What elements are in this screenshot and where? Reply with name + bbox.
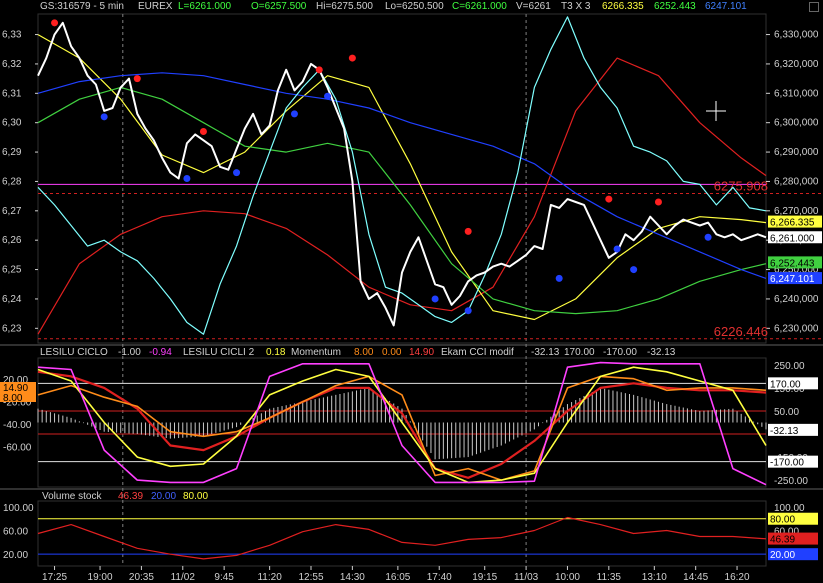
indicator-y-tick-label-right: 50.00 — [774, 407, 799, 418]
low-marker — [233, 169, 241, 177]
x-tick-label: 9:45 — [214, 572, 234, 583]
indicator-y-tick-label-right: 250.00 — [774, 361, 805, 372]
x-tick-label: 11:35 — [597, 572, 622, 583]
high-marker — [654, 198, 662, 206]
y-tick-label-right: 6,240,000 — [774, 294, 819, 305]
y-tick-label: 6,30 — [2, 118, 22, 129]
price-tag-label: 6,247.101 — [770, 274, 815, 285]
low-marker — [464, 307, 472, 315]
y-tick-label: 6,33 — [2, 30, 22, 41]
high-marker — [199, 128, 207, 135]
price-line — [37, 21, 767, 327]
blue-cycle-line — [37, 72, 767, 279]
low-marker — [324, 92, 332, 100]
cyan-line — [37, 16, 767, 335]
reference-label: 6275.908 — [714, 178, 768, 193]
indicator-y-tick-label: -60.00 — [3, 443, 32, 454]
trading-chart[interactable]: 6,33 6,32 6,31 6,30 6,29 6,28 6,27 6,26 6,25 6,24… — [0, 0, 823, 583]
y-tick-label-right: 6,330,000 — [774, 30, 819, 41]
indicator-left-tag-label: 8.00 — [3, 393, 23, 404]
high-marker — [51, 19, 59, 27]
low-marker — [704, 233, 712, 241]
high-marker — [133, 75, 141, 83]
volume-y-tick-label-right: 100.00 — [774, 503, 805, 514]
low-marker — [183, 175, 191, 182]
y-tick-label-right: 6,310,000 — [774, 88, 819, 99]
y-tick-label: 6,23 — [2, 323, 22, 334]
x-tick-label: 17:40 — [427, 572, 452, 583]
y-tick-label: 6,31 — [2, 88, 22, 99]
low-marker — [100, 113, 108, 121]
x-tick-label: 19:15 — [472, 572, 497, 583]
low-marker — [431, 295, 439, 303]
high-marker — [464, 227, 472, 235]
high-marker — [605, 195, 613, 203]
indicator-right-tag-label: 170.00 — [770, 379, 801, 390]
volume-right-tag-label: 20.00 — [770, 550, 795, 561]
indicator-right-tag-label: -170.00 — [770, 458, 804, 469]
y-tick-label: 6,24 — [2, 294, 22, 305]
x-tick-label: 10:00 — [555, 572, 580, 583]
y-tick-label: 6,26 — [2, 235, 22, 246]
low-marker — [613, 245, 621, 253]
price-tag-label: 6,261.000 — [770, 233, 815, 244]
high-marker — [315, 66, 323, 74]
x-tick-label: 14:30 — [340, 572, 365, 583]
low-marker — [630, 266, 638, 274]
high-marker — [348, 54, 356, 62]
y-tick-label-right: 6,280,000 — [774, 176, 819, 187]
y-tick-label: 6,27 — [2, 206, 22, 217]
x-tick-label: 13:10 — [642, 572, 667, 583]
x-tick-label: 11:20 — [257, 572, 282, 583]
low-marker — [290, 110, 298, 118]
x-tick-label: 17:25 — [42, 572, 67, 583]
cycle-yellow-line — [37, 366, 767, 484]
indicator-right-tag-label: -32.13 — [770, 426, 799, 437]
y-tick-label-right: 6,320,000 — [774, 59, 819, 70]
x-tick-label: 11/02 — [171, 572, 196, 583]
y-tick-label: 6,28 — [2, 176, 22, 187]
price-tag-label: 6,266.335 — [770, 218, 815, 229]
x-tick-label: 20:35 — [129, 572, 154, 583]
volume-y-tick-label: 100.00 — [3, 503, 34, 514]
y-tick-label: 6,25 — [2, 265, 22, 276]
x-tick-label: 12:55 — [298, 572, 323, 583]
x-tick-label: 11/03 — [514, 572, 539, 583]
volume-right-tag-label: 80.00 — [770, 515, 795, 526]
reference-label: 6226.446 — [714, 324, 768, 339]
volume-y-tick-label: 20.00 — [3, 550, 28, 561]
y-tick-label-right: 6,270,000 — [774, 206, 819, 217]
price-tag-label: 6,252.443 — [770, 258, 815, 269]
y-tick-label: 6,32 — [2, 59, 22, 70]
volume-y-tick-label: 60.00 — [3, 527, 28, 538]
x-tick-label: 14:45 — [683, 572, 708, 583]
volume-right-tag-label: 46.39 — [770, 535, 795, 546]
x-tick-label: 16:05 — [385, 572, 410, 583]
y-tick-label: 6,29 — [2, 147, 22, 158]
y-tick-label-right: 6,230,000 — [774, 323, 819, 334]
low-marker — [555, 274, 563, 282]
y-tick-label-right: 6,290,000 — [774, 147, 819, 158]
momentum-orange-line — [37, 375, 767, 481]
volume-stock-line — [37, 516, 767, 560]
indicator-y-tick-label-right: -250.00 — [774, 476, 808, 487]
x-tick-label: 16:20 — [725, 572, 750, 583]
x-tick-label: 19:00 — [88, 572, 113, 583]
indicator-y-tick-label: -40.00 — [3, 420, 32, 431]
panel-frame-3 — [37, 500, 767, 567]
y-tick-label-right: 6,300,000 — [774, 118, 819, 129]
